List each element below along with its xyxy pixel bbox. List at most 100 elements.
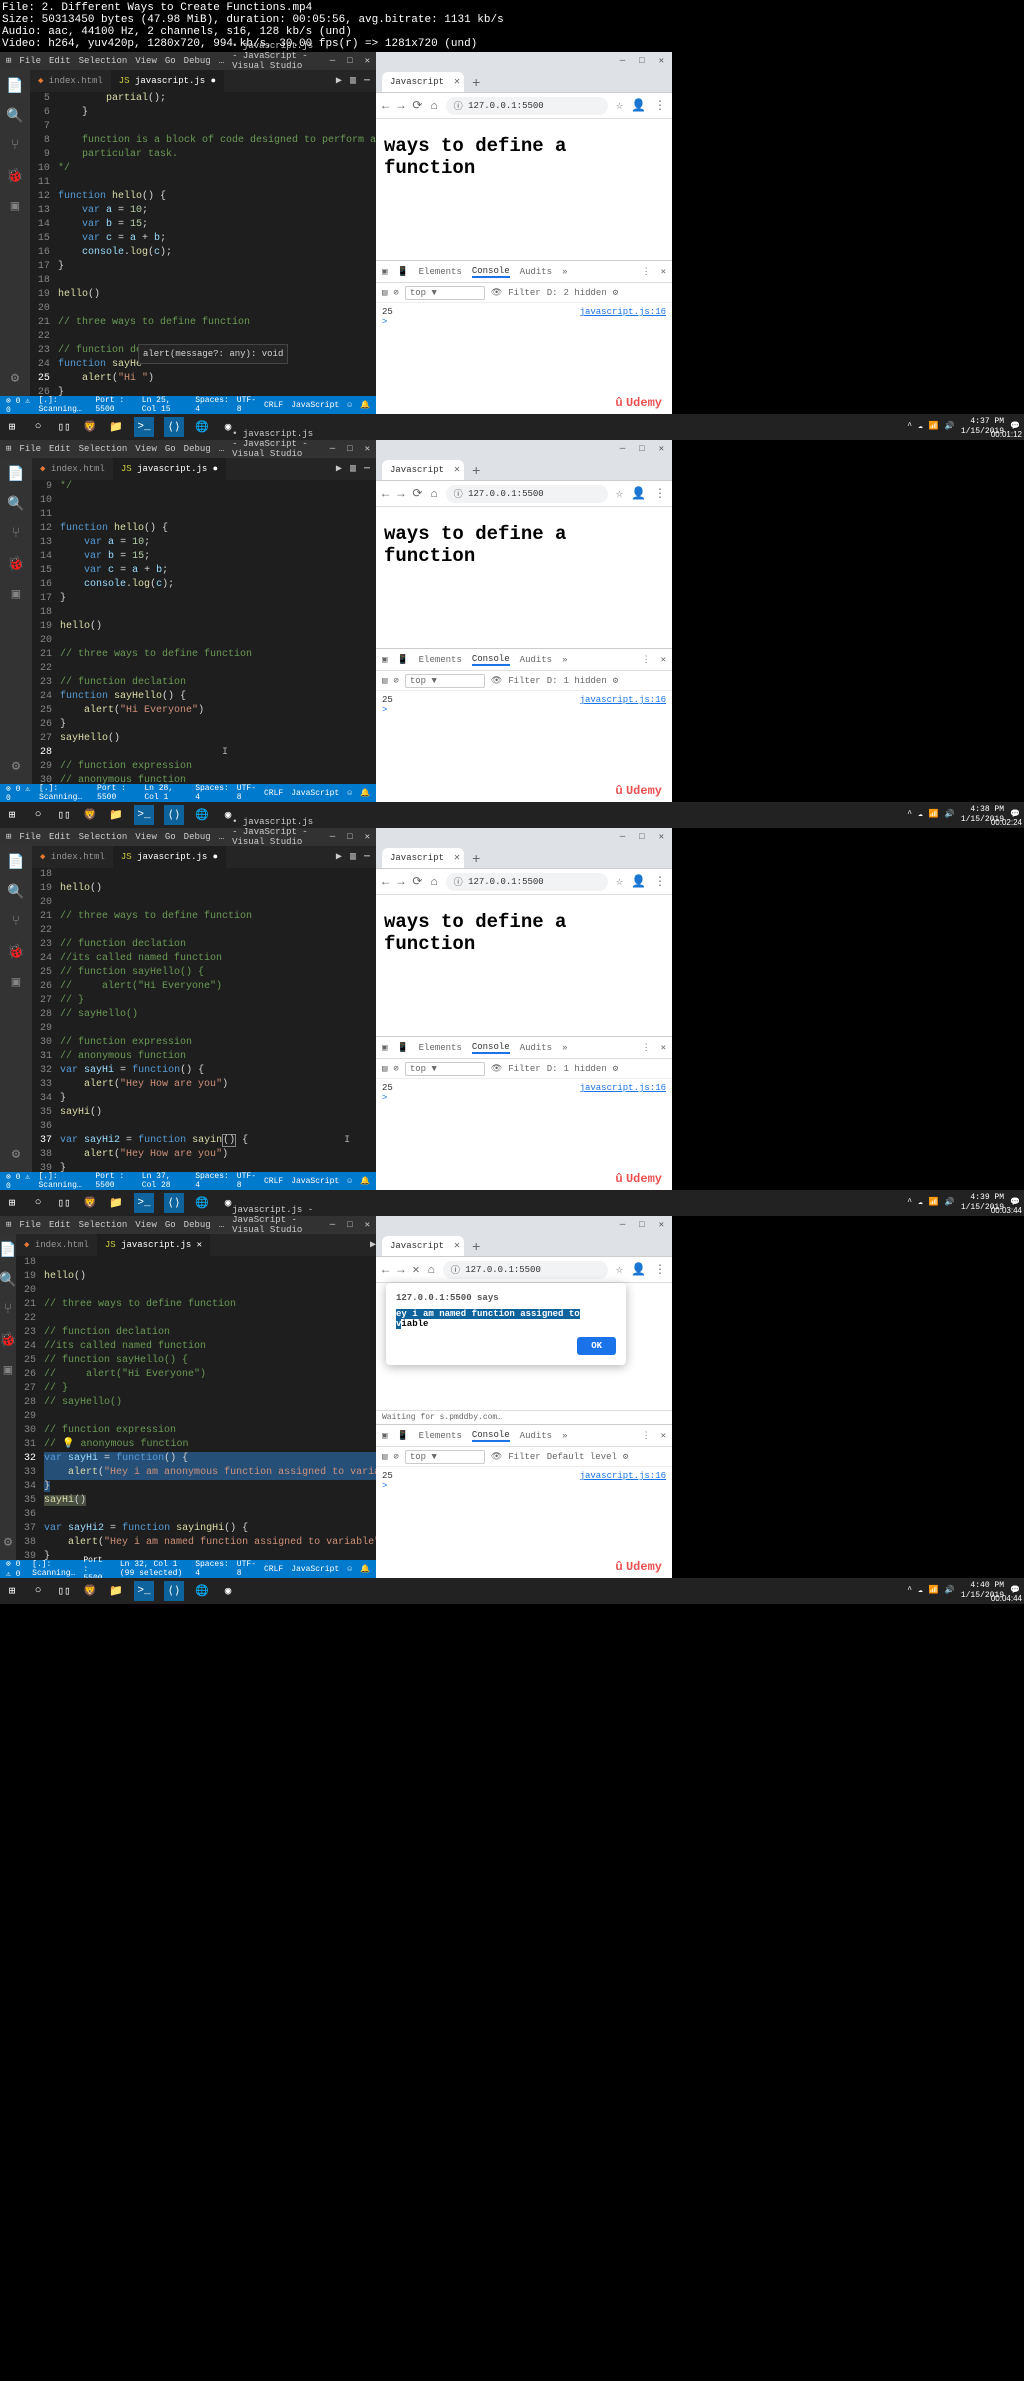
page-content: ways to define a function <box>376 119 672 260</box>
code-editor[interactable]: 1819202122232425262728293031323334353637… <box>32 868 376 1172</box>
close-icon[interactable]: ✕ <box>659 56 664 66</box>
terminal-icon[interactable]: >_ <box>134 417 154 437</box>
tray-wifi-icon[interactable]: 📶 <box>929 422 939 432</box>
vscode-logo-icon: ⊞ <box>6 56 11 66</box>
meta-size: Size: 50313450 bytes (47.98 MiB), durati… <box>2 14 1022 26</box>
alert-dialog: 127.0.0.1:5500 says ey i am named functi… <box>386 1283 626 1365</box>
tray-up-icon[interactable]: ^ <box>907 422 912 432</box>
minimize-icon[interactable]: ─ <box>620 56 625 66</box>
git-icon[interactable]: ⑂ <box>7 138 23 154</box>
alert-title: 127.0.0.1:5500 says <box>396 1293 616 1303</box>
meta-file: File: 2. Different Ways to Create Functi… <box>2 2 1022 14</box>
intellisense-hint: alert(message?: any): void <box>138 344 288 364</box>
menu-edit[interactable]: Edit <box>49 56 71 66</box>
video-timestamp: 00:01:12 <box>991 430 1022 440</box>
console-prompt[interactable]: > <box>382 317 666 327</box>
dt-more-icon[interactable]: » <box>562 267 567 277</box>
dt-console[interactable]: Console <box>472 266 510 278</box>
profile-icon[interactable]: 👤 <box>631 98 646 113</box>
menubar: ⊞ File Edit Selection View Go Debug … • … <box>0 52 376 70</box>
menu-debug[interactable]: Debug <box>184 56 211 66</box>
maximize-icon[interactable]: □ <box>347 56 352 66</box>
devtools: ▣ 📱 Elements Console Audits » ⋮ ✕ ▤ ⊘ to… <box>376 260 672 390</box>
menu-selection[interactable]: Selection <box>79 56 128 66</box>
dt-eye-icon[interactable]: 👁 <box>491 288 502 298</box>
extensions-icon[interactable]: ▣ <box>7 198 23 214</box>
console-link[interactable]: javascript.js:16 <box>580 307 666 317</box>
reload-icon[interactable]: ⟳ <box>412 98 422 113</box>
tab-javascript-js[interactable]: JS javascript.js ● <box>111 70 224 92</box>
status-eol[interactable]: CRLF <box>264 401 283 410</box>
meta-audio: Audio: aac, 44100 Hz, 2 channels, s16, 1… <box>2 26 1022 38</box>
page-heading: ways to define a function <box>384 135 664 179</box>
dt-audits[interactable]: Audits <box>520 267 552 277</box>
new-tab-icon[interactable]: + <box>464 76 488 92</box>
taskview-icon[interactable]: ▯▯ <box>56 419 72 435</box>
star-icon[interactable]: ☆ <box>616 98 623 113</box>
url-bar[interactable]: ⓘ 127.0.0.1:5500 <box>446 97 608 115</box>
split-icon[interactable]: ▥ <box>350 75 356 87</box>
explorer-icon[interactable]: 📁 <box>108 419 124 435</box>
device-icon[interactable]: 📱 <box>397 267 408 277</box>
status-encoding[interactable]: UTF-8 <box>237 396 256 414</box>
inspect-icon[interactable]: ▣ <box>382 267 387 277</box>
gear-icon[interactable]: ⚙ <box>7 370 23 386</box>
menu-go[interactable]: Go <box>165 56 176 66</box>
meta-video: Video: h264, yuv420p, 1280x720, 994 kb/s… <box>2 38 1022 50</box>
status-spaces[interactable]: Spaces: 4 <box>195 396 229 414</box>
dt-context-select[interactable]: top ▼ <box>405 286 485 300</box>
run-icon[interactable]: ▶ <box>336 75 342 87</box>
code-editor[interactable]: 5678910111213141516171819202122232425262… <box>30 92 376 396</box>
tab-index-html[interactable]: ◆ index.html <box>30 70 111 92</box>
back-icon[interactable]: ← <box>382 99 389 113</box>
start-icon[interactable]: ⊞ <box>4 419 20 435</box>
menu-file[interactable]: File <box>19 56 41 66</box>
brave-icon[interactable]: 🦁 <box>82 419 98 435</box>
dt-elements[interactable]: Elements <box>419 267 462 277</box>
browser-tab[interactable]: Javascript✕ <box>382 72 464 92</box>
status-errors[interactable]: ⊗ 0 ⚠ 0 <box>6 396 30 415</box>
status-bar: ⊗ 0 ⚠ 0 [.]: Scanning… Port : 5500 Ln 25… <box>0 396 376 414</box>
tray-cloud-icon[interactable]: ☁ <box>918 422 923 432</box>
status-cursor[interactable]: Ln 25, Col 15 <box>142 396 187 414</box>
editor-tabs: ◆ index.html JS javascript.js ● ▶ ▥ ⋯ <box>30 70 376 92</box>
vscode-taskbar-icon[interactable]: ⟨⟩ <box>164 417 184 437</box>
code-editor[interactable]: 9101112131415161718192021222324252627282… <box>32 480 376 784</box>
dt-filter[interactable]: Filter <box>508 288 540 298</box>
status-bell-icon[interactable]: 🔔 <box>360 400 370 410</box>
more-icon[interactable]: ⋯ <box>364 75 370 87</box>
clock-time[interactable]: 4:37 PM <box>961 417 1004 427</box>
vscode-logo-icon: ⊞ <box>6 444 11 454</box>
debug-icon[interactable]: 🐞 <box>7 168 23 184</box>
dt-level[interactable]: D: <box>547 288 558 298</box>
dt-sidebar-icon[interactable]: ▤ <box>382 288 387 298</box>
menu-more[interactable]: … <box>219 56 224 66</box>
dt-clear-icon[interactable]: ⊘ <box>393 288 398 298</box>
minimize-icon[interactable]: ─ <box>330 56 335 66</box>
dt-settings-icon[interactable]: ⋮ <box>642 267 651 277</box>
status-feedback-icon[interactable]: ☺ <box>347 401 352 410</box>
close-icon[interactable]: ✕ <box>365 56 370 66</box>
alert-ok-button[interactable]: OK <box>577 1337 616 1355</box>
dt-close-icon[interactable]: ✕ <box>661 267 666 277</box>
status-lang[interactable]: JavaScript <box>291 401 339 410</box>
dt-hidden[interactable]: 2 hidden <box>564 288 607 298</box>
cortana-icon[interactable]: ○ <box>30 419 46 435</box>
explorer-icon[interactable]: 📄 <box>7 78 23 94</box>
home-icon[interactable]: ⌂ <box>430 99 437 113</box>
code-editor[interactable]: 1819202122232425262728293031323334353637… <box>16 1256 376 1560</box>
search-icon[interactable]: 🔍 <box>7 108 23 124</box>
console-output: 25 <box>382 307 393 317</box>
alert-message-rest: iable <box>401 1319 428 1329</box>
dt-gear-icon[interactable]: ⚙ <box>613 288 618 298</box>
menu-icon[interactable]: ⋮ <box>654 98 666 113</box>
status-port[interactable]: Port : 5500 <box>95 396 133 414</box>
status-scanning: [.]: Scanning… <box>38 396 87 414</box>
menu-view[interactable]: View <box>135 56 157 66</box>
forward-icon[interactable]: → <box>397 99 404 113</box>
close-tab-icon[interactable]: ✕ <box>454 76 460 88</box>
chrome-window-controls: ─ □ ✕ <box>376 52 672 70</box>
maximize-icon[interactable]: □ <box>639 56 644 66</box>
tray-sound-icon[interactable]: 🔊 <box>945 422 955 432</box>
chrome-taskbar-icon[interactable]: 🌐 <box>194 419 210 435</box>
